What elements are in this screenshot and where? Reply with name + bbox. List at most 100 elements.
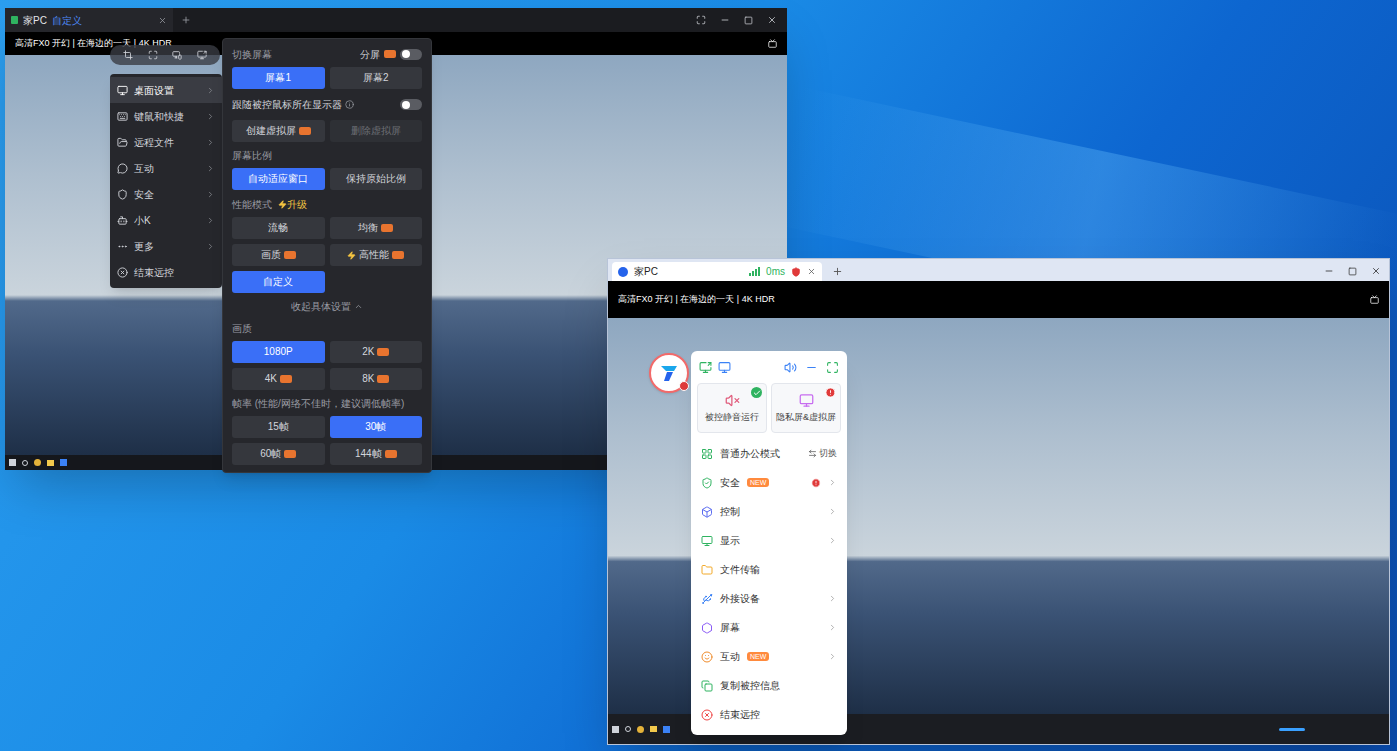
collapse-button[interactable]: 收起具体设置 — [232, 298, 422, 315]
minimize-icon[interactable] — [1324, 266, 1334, 276]
vip-badge — [284, 450, 296, 458]
device-icon[interactable] — [172, 50, 182, 60]
search-icon[interactable] — [22, 460, 28, 466]
close-icon[interactable] — [767, 15, 777, 25]
split-toggle[interactable] — [400, 49, 422, 60]
remote-window-light: 家PC0ms高清FX0 开幻 | 在海边的一天 | 4K HDR被控静音运行隐私… — [607, 258, 1390, 745]
app-icon[interactable] — [60, 459, 67, 466]
screen-icon[interactable] — [768, 39, 777, 48]
fullscreen-icon[interactable] — [696, 15, 706, 25]
option-button[interactable]: 15帧 — [232, 416, 325, 438]
fullscreen-icon[interactable] — [826, 361, 839, 374]
chevron-right-icon — [828, 623, 837, 632]
maximize-icon[interactable] — [744, 16, 753, 25]
menu-item[interactable]: 屏幕 — [697, 613, 841, 642]
new-tab-icon[interactable] — [181, 15, 191, 25]
expand-icon[interactable] — [148, 50, 158, 60]
menu-item[interactable]: 外接设备 — [697, 584, 841, 613]
side-menu-item[interactable]: 桌面设置 — [110, 77, 222, 103]
tab[interactable]: 家PC0ms — [612, 262, 822, 281]
follow-toggle[interactable] — [400, 99, 422, 110]
close-tab-icon[interactable] — [807, 267, 816, 276]
option-button[interactable]: 创建虚拟屏 — [232, 120, 325, 142]
side-menu-item[interactable]: 更多 — [110, 233, 222, 259]
menu-item[interactable]: 控制 — [697, 497, 841, 526]
side-menu-item[interactable]: 安全 — [110, 181, 222, 207]
privacy-screen-icon — [799, 393, 814, 408]
share-screen-icon[interactable] — [197, 50, 207, 60]
start-icon[interactable] — [612, 726, 619, 733]
option-button[interactable]: 均衡 — [330, 217, 423, 239]
option-button[interactable]: 8K — [330, 368, 423, 390]
close-tab-icon[interactable] — [158, 16, 167, 25]
option-button[interactable]: 屏幕1 — [232, 67, 325, 89]
box-icon — [701, 506, 713, 518]
side-menu-item[interactable]: 结束远控 — [110, 259, 222, 285]
chrome-icon[interactable] — [637, 726, 644, 733]
option-button[interactable]: 1080P — [232, 341, 325, 363]
option-button[interactable]: 60帧 — [232, 443, 325, 465]
close-icon[interactable] — [1371, 266, 1381, 276]
floating-logo-button[interactable] — [649, 353, 689, 393]
option-button[interactable]: 保持原始比例 — [330, 168, 423, 190]
menu-item[interactable]: 文件传输 — [697, 555, 841, 584]
shield-icon[interactable] — [791, 267, 801, 277]
alert-icon — [825, 387, 836, 398]
option-button[interactable]: 2K — [330, 341, 423, 363]
upgrade-link[interactable]: 升级 — [278, 195, 307, 212]
quick-card[interactable]: 被控静音运行 — [697, 383, 767, 433]
folder-icon — [701, 564, 713, 576]
chevron-right-icon — [828, 652, 837, 661]
tab[interactable]: 家PC自定义 — [5, 8, 173, 32]
start-icon[interactable] — [9, 459, 16, 466]
screen-icon[interactable] — [1370, 295, 1379, 304]
monitor-icon[interactable] — [718, 361, 731, 374]
menu-item[interactable]: 显示 — [697, 526, 841, 555]
menu-item[interactable]: 互动NEW — [697, 642, 841, 671]
option-button[interactable]: 屏幕2 — [330, 67, 423, 89]
chevron-right-icon — [206, 138, 215, 147]
monitor-icon — [117, 85, 128, 96]
option-button[interactable]: 自定义 — [232, 271, 325, 293]
option-button[interactable]: 画质 — [232, 244, 325, 266]
quick-card[interactable]: 隐私屏&虚拟屏 — [771, 383, 841, 433]
shield-icon — [117, 189, 128, 200]
side-menu-item[interactable]: 键鼠和快捷 — [110, 103, 222, 129]
option-button[interactable]: 高性能 — [330, 244, 423, 266]
option-button[interactable]: 30帧 — [330, 416, 423, 438]
minimize-icon[interactable] — [805, 361, 818, 374]
side-menu-item[interactable]: 远程文件 — [110, 129, 222, 155]
option-button[interactable]: 4K — [232, 368, 325, 390]
menu-item[interactable]: 安全NEW — [697, 468, 841, 497]
option-button[interactable]: 流畅 — [232, 217, 325, 239]
new-tag: NEW — [747, 478, 769, 487]
crop-icon[interactable] — [123, 50, 133, 60]
smile-icon — [701, 651, 713, 663]
app-logo-icon — [657, 361, 681, 385]
info-icon[interactable] — [345, 100, 354, 109]
option-button[interactable]: 自动适应窗口 — [232, 168, 325, 190]
screenshot-icon[interactable] — [699, 361, 712, 374]
maximize-icon[interactable] — [1348, 267, 1357, 276]
folder-icon[interactable] — [650, 726, 657, 732]
option-button[interactable]: 144帧 — [330, 443, 423, 465]
lightning-icon — [278, 200, 287, 209]
framerate-options: 15帧30帧60帧144帧 — [232, 416, 422, 465]
section-title: 切换屏幕 — [232, 46, 272, 62]
menu-item[interactable]: 普通办公模式切换 — [697, 439, 841, 468]
side-menu-item[interactable]: 互动 — [110, 155, 222, 181]
app-icon[interactable] — [663, 726, 670, 733]
search-icon[interactable] — [625, 726, 631, 732]
chevron-right-icon — [206, 112, 215, 121]
switch-action[interactable]: 切换 — [808, 447, 837, 461]
folder-icon[interactable] — [47, 460, 54, 466]
desktop: 家PC自定义高清FX0 开幻 | 在海边的一天 | 4K HDR桌面设置键鼠和快… — [0, 0, 1397, 751]
side-menu-item[interactable]: 小K — [110, 207, 222, 233]
volume-icon[interactable] — [784, 361, 797, 374]
new-tab-icon[interactable] — [832, 266, 843, 277]
minimize-icon[interactable] — [720, 15, 730, 25]
switch-icon — [808, 449, 817, 458]
chrome-icon[interactable] — [34, 459, 41, 466]
menu-item[interactable]: 结束远控 — [697, 700, 841, 729]
menu-item[interactable]: 复制被控信息 — [697, 671, 841, 700]
